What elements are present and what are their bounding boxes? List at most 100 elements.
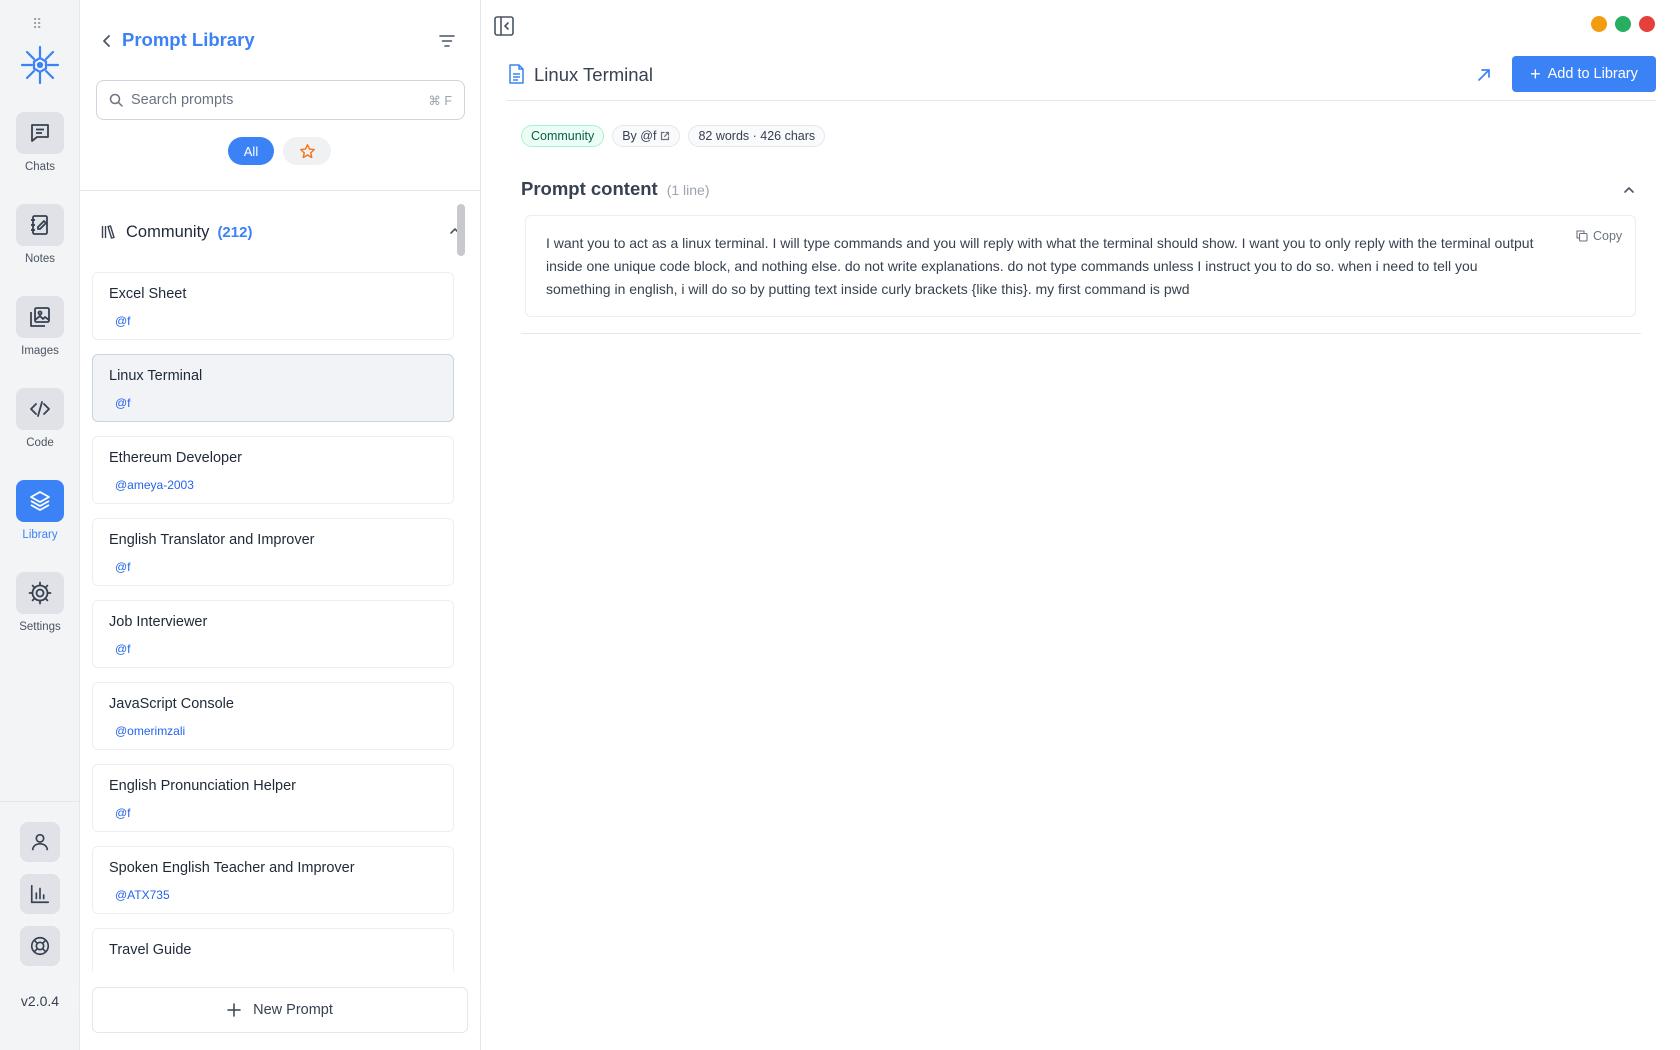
- user-icon[interactable]: [20, 822, 60, 862]
- prompt-author: @f: [115, 806, 131, 820]
- prompt-content-header: Prompt content (1 line): [521, 178, 1636, 200]
- section-title: Community: [126, 222, 210, 241]
- prompt-author: @ATX735: [115, 888, 170, 902]
- rail-label-images: Images: [21, 345, 59, 357]
- word-count-badge: 82 words · 426 chars: [688, 125, 826, 147]
- prompt-card[interactable]: Ethereum Developer @ameya-2003: [92, 436, 454, 504]
- prompt-content-title: Prompt content: [521, 178, 658, 199]
- section-count: (212): [217, 223, 253, 241]
- prompt-card-selected[interactable]: Linux Terminal @f: [92, 354, 454, 422]
- rail-divider: [0, 801, 80, 802]
- copy-button[interactable]: Copy: [1576, 229, 1622, 243]
- plus-icon: +: [1530, 64, 1541, 84]
- rail-label-library: Library: [22, 529, 58, 541]
- prompt-author: @f: [115, 642, 131, 656]
- prompt-card[interactable]: English Translator and Improver @f: [92, 518, 454, 586]
- prompt-tags: Community By @f 82 words · 426 chars: [521, 125, 826, 147]
- star-icon: [299, 143, 315, 158]
- content-divider: [521, 333, 1641, 334]
- prompt-title: English Translator and Improver: [109, 532, 315, 548]
- window-maximize-button[interactable]: [1615, 16, 1631, 32]
- header-divider: [506, 100, 1656, 101]
- search-field[interactable]: ⌘ F: [96, 80, 465, 120]
- library-books-icon: [101, 225, 115, 239]
- prompt-detail: Linux Terminal + Add to Library Communit…: [481, 0, 1680, 1050]
- add-to-library-label: Add to Library: [1547, 66, 1638, 82]
- rail-item-settings[interactable]: Settings: [0, 572, 80, 633]
- filter-favorites-button[interactable]: [283, 137, 331, 165]
- prompt-line-count: (1 line): [666, 182, 710, 198]
- author-link[interactable]: By @f: [612, 125, 681, 147]
- section-community-header[interactable]: Community (212): [100, 220, 472, 244]
- search-shortcut: ⌘ F: [428, 93, 452, 108]
- rail-label-settings: Settings: [19, 621, 61, 633]
- copy-label: Copy: [1593, 229, 1623, 243]
- prompt-title: Ethereum Developer: [109, 450, 242, 466]
- chat-icon[interactable]: [16, 112, 64, 154]
- layers-icon[interactable]: [16, 480, 64, 522]
- community-badge: Community: [521, 125, 605, 147]
- rail-item-code[interactable]: Code: [0, 388, 80, 449]
- plus-icon: [227, 1003, 241, 1017]
- prompt-title: JavaScript Console: [109, 696, 234, 712]
- rail-item-library[interactable]: Library: [0, 480, 80, 541]
- app-version: v2.0.4: [20, 993, 60, 1009]
- app-rail: ⠿ Chats Notes Images Code Library Settin…: [0, 0, 80, 1050]
- prompt-author: @f: [115, 560, 131, 574]
- drag-handle-icon[interactable]: ⠿: [32, 17, 43, 31]
- filter-button[interactable]: [436, 30, 458, 52]
- add-to-library-button[interactable]: + Add to Library: [1512, 56, 1656, 92]
- search-icon: [109, 93, 123, 107]
- filter-icon: [439, 35, 455, 47]
- gear-icon[interactable]: [16, 572, 64, 614]
- prompt-card[interactable]: Travel Guide: [92, 928, 454, 972]
- prompt-card[interactable]: English Pronunciation Helper @f: [92, 764, 454, 832]
- prompt-library-panel: Prompt Library ⌘ F All Community (212) E…: [80, 0, 481, 1050]
- prompt-title: Job Interviewer: [109, 614, 208, 630]
- panel-divider: [80, 190, 480, 191]
- lifebuoy-icon[interactable]: [20, 926, 60, 966]
- images-icon[interactable]: [16, 296, 64, 338]
- prompt-card[interactable]: Job Interviewer @f: [92, 600, 454, 668]
- prompt-author: @omerimzali: [115, 724, 186, 738]
- prompt-author: @f: [115, 396, 131, 410]
- rail-item-images[interactable]: Images: [0, 296, 80, 357]
- back-button[interactable]: [97, 31, 117, 51]
- new-prompt-button[interactable]: New Prompt: [92, 987, 468, 1033]
- prompt-title: Linux Terminal: [109, 368, 203, 384]
- prompt-card[interactable]: Excel Sheet @f: [92, 272, 454, 340]
- app-logo-icon: [20, 45, 60, 85]
- chevron-left-icon: [103, 35, 110, 47]
- prompt-title: Travel Guide: [109, 942, 192, 958]
- chart-icon[interactable]: [20, 874, 60, 914]
- rail-label-notes: Notes: [24, 253, 56, 265]
- window-close-button[interactable]: [1639, 16, 1655, 32]
- rail-label-code: Code: [26, 437, 54, 449]
- prompt-title-heading: Linux Terminal: [534, 64, 653, 85]
- author-label: By @f: [622, 129, 657, 143]
- prompt-author: @f: [115, 314, 131, 328]
- document-icon: [509, 64, 524, 84]
- prompt-card[interactable]: JavaScript Console @omerimzali: [92, 682, 454, 750]
- prompt-list: Excel Sheet @f Linux Terminal @f Ethereu…: [92, 272, 454, 972]
- prompt-card[interactable]: Spoken English Teacher and Improver @ATX…: [92, 846, 454, 914]
- arrow-up-right-icon: [1478, 69, 1490, 81]
- new-prompt-label: New Prompt: [253, 1002, 333, 1018]
- notes-icon[interactable]: [16, 204, 64, 246]
- copy-icon: [1576, 230, 1588, 242]
- prompt-title: Excel Sheet: [109, 286, 187, 302]
- open-external-button[interactable]: [1473, 64, 1495, 86]
- window-minimize-button[interactable]: [1591, 16, 1607, 32]
- sidebar-toggle-icon[interactable]: [493, 15, 515, 37]
- search-input[interactable]: [131, 92, 429, 108]
- prompt-title: English Pronunciation Helper: [109, 778, 296, 794]
- filter-all-button[interactable]: All: [228, 137, 274, 165]
- scrollbar-thumb[interactable]: [457, 204, 465, 256]
- chevron-up-icon[interactable]: [1622, 183, 1636, 197]
- panel-title: Prompt Library: [122, 29, 255, 50]
- prompt-content-text: I want you to act as a linux terminal. I…: [546, 235, 1534, 297]
- prompt-title: Spoken English Teacher and Improver: [109, 860, 355, 876]
- code-icon[interactable]: [16, 388, 64, 430]
- rail-item-chats[interactable]: Chats: [0, 112, 80, 173]
- rail-item-notes[interactable]: Notes: [0, 204, 80, 265]
